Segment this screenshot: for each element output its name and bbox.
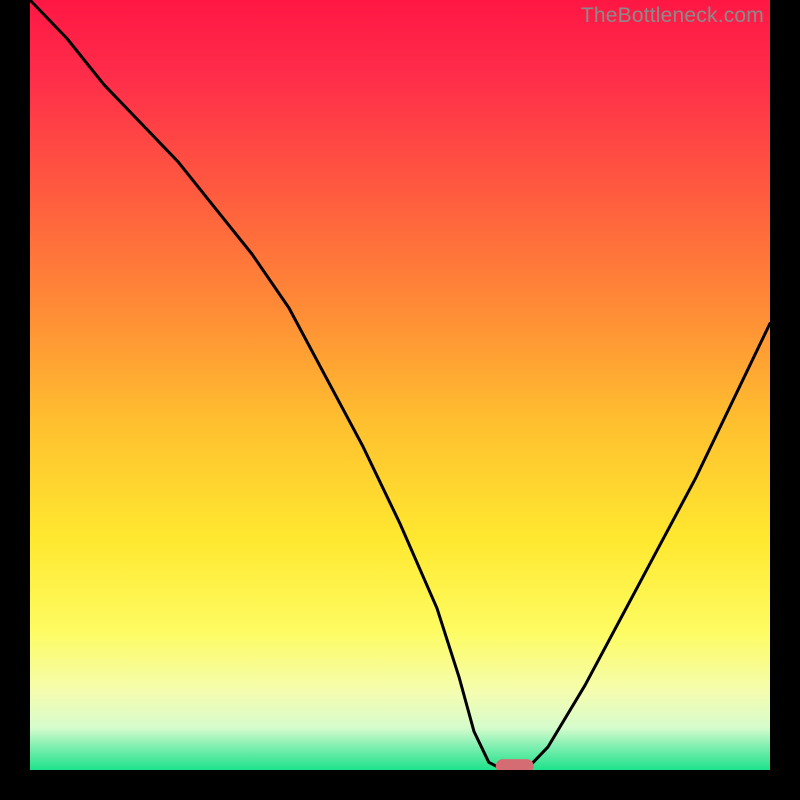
chart-frame: [0, 0, 800, 800]
bottleneck-chart: [30, 0, 770, 770]
optimal-marker: [496, 759, 534, 770]
watermark-text: TheBottleneck.com: [581, 4, 764, 28]
gradient-background: [30, 0, 770, 770]
